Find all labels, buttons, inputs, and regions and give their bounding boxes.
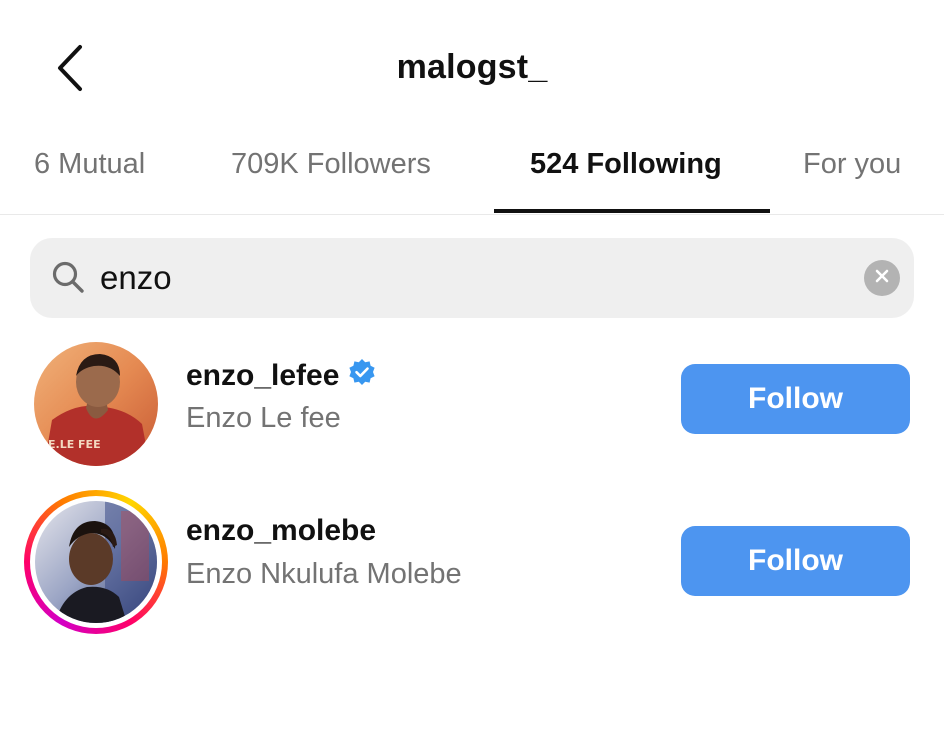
username[interactable]: enzo_molebe (186, 514, 376, 548)
search-icon (50, 259, 86, 295)
avatar[interactable]: E.LE FEE (34, 342, 158, 466)
tab-followers[interactable]: 709K Followers (231, 148, 431, 181)
verified-badge-icon (347, 358, 377, 393)
tab-following[interactable]: 524 Following (530, 148, 722, 181)
tab-bar: 6 Mutual 709K Followers 524 Following Fo… (0, 128, 944, 215)
header: malogst_ (0, 0, 944, 140)
tab-mutual[interactable]: 6 Mutual (34, 148, 145, 181)
tab-for-you[interactable]: For you (803, 148, 901, 181)
full-name: Enzo Nkulufa Molebe (186, 558, 462, 590)
username-line: enzo_molebe (186, 514, 376, 548)
username-line: enzo_lefee (186, 358, 377, 393)
full-name: Enzo Le fee (186, 402, 341, 434)
close-icon (874, 268, 890, 289)
page-title: malogst_ (396, 48, 548, 86)
search-input[interactable] (100, 254, 850, 302)
active-tab-indicator (494, 209, 770, 213)
search-bar (30, 238, 914, 318)
profile-photo: E.LE FEE (34, 342, 158, 466)
following-list-screen: malogst_ 6 Mutual 709K Followers 524 Fol… (0, 0, 944, 744)
jersey-text: E.LE FEE (48, 438, 101, 451)
follow-button[interactable]: Follow (681, 364, 910, 434)
follow-button[interactable]: Follow (681, 526, 910, 596)
list-item[interactable]: enzo_molebe Enzo Nkulufa Molebe Follow (0, 490, 944, 634)
avatar-story-ring[interactable] (24, 490, 168, 634)
username[interactable]: enzo_lefee (186, 359, 339, 393)
profile-photo (35, 501, 157, 623)
clear-search-button[interactable] (864, 260, 900, 296)
list-item[interactable]: E.LE FEE enzo_lefee Enzo Le fee Follow (0, 334, 944, 474)
